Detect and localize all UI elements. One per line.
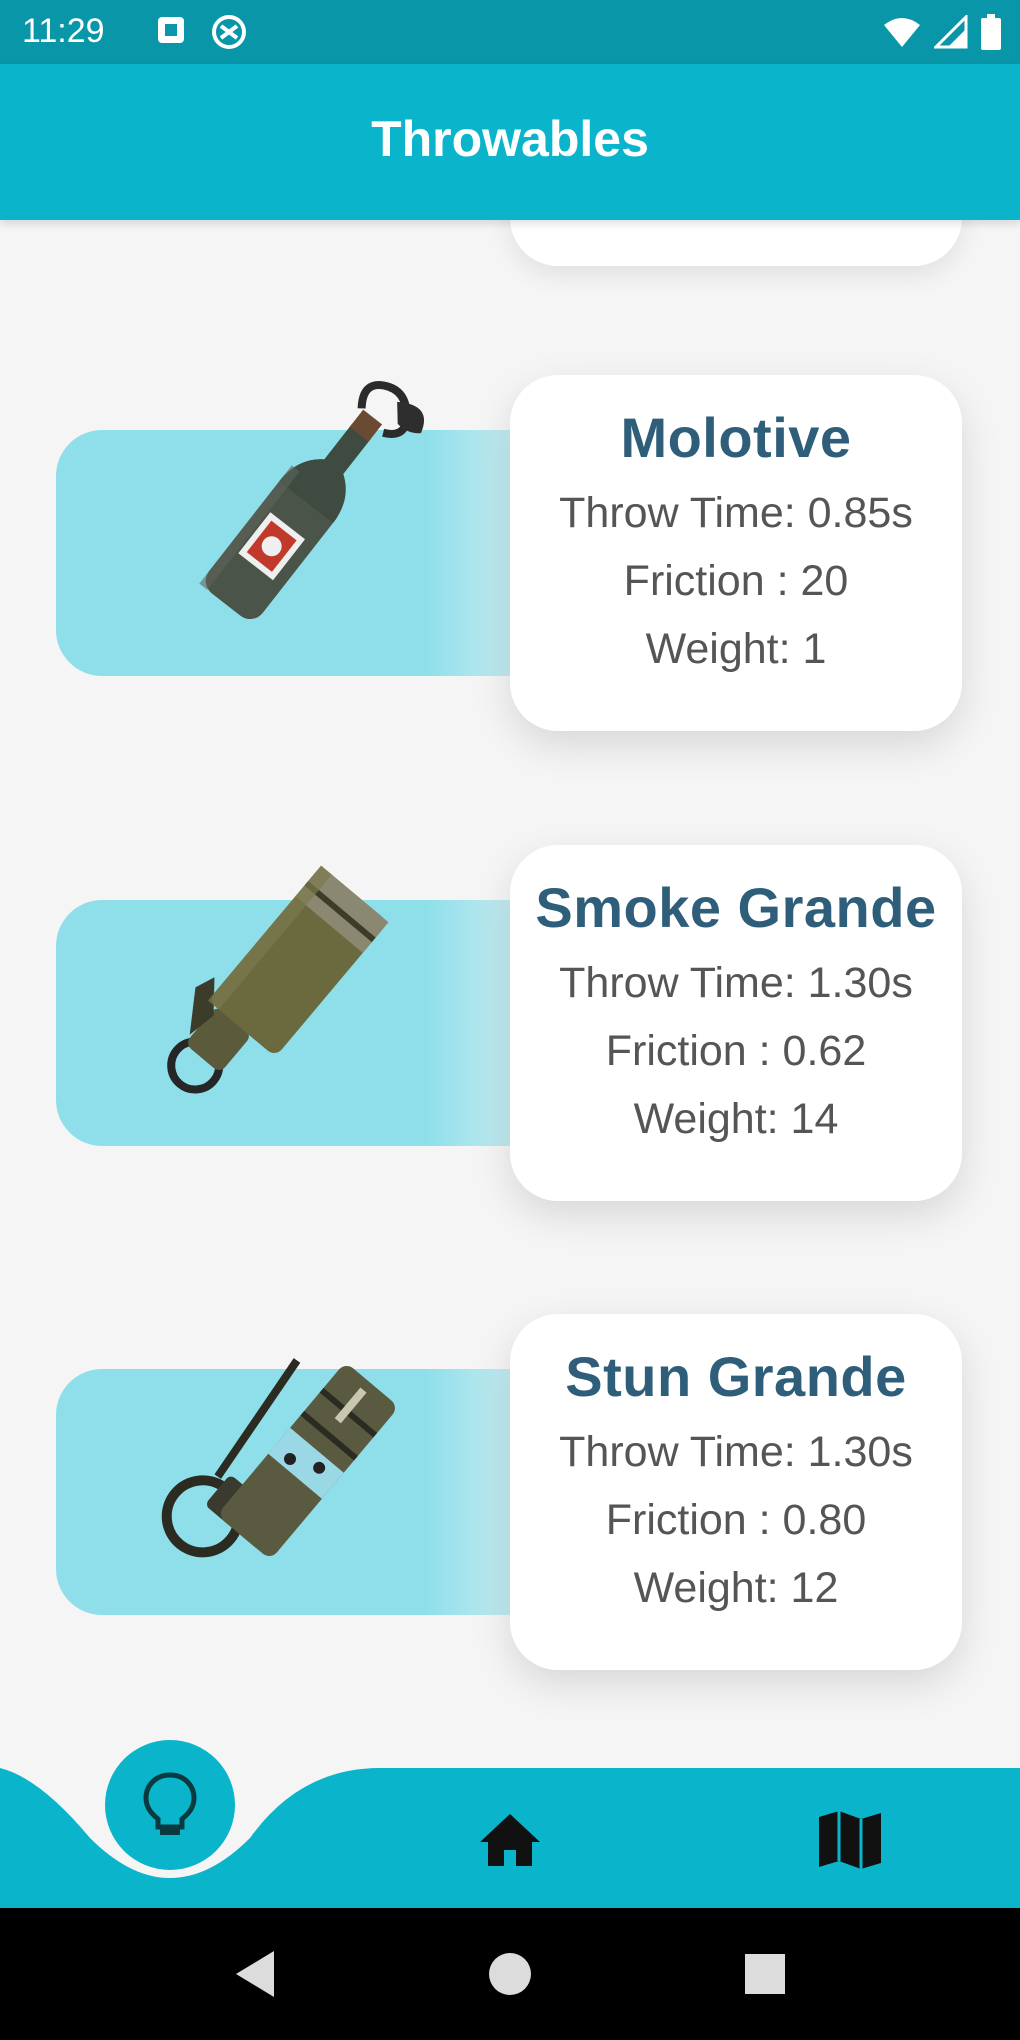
item-name: Stun Grande [565,1345,907,1408]
list-item-stun-grande[interactable]: Stun Grande Throw Time: 1.30s Friction :… [0,1309,1020,1689]
status-bar: 11:29 [0,0,1020,64]
home-circle-icon [489,1953,531,1995]
molotov-cocktail-image [199,381,425,620]
status-time: 11:29 [22,12,105,50]
system-home-button[interactable] [450,1908,570,2040]
recents-icon [745,1954,785,1994]
system-nav-bar [0,1908,1020,2040]
back-icon [236,1951,274,1997]
friction: Friction : 0.62 [605,1027,867,1075]
weight: Weight: 12 [633,1564,839,1612]
item-name: Molotive [620,406,852,469]
throw-time: Throw Time: 0.85s [559,489,913,537]
battery-icon [981,14,1001,50]
info-card: Stun Grande Throw Time: 1.30s Friction :… [510,1314,962,1670]
map-icon [819,1811,881,1869]
lightbulb-icon [143,1772,197,1835]
weight: Weight: 14 [633,1095,839,1143]
nav-map-button[interactable] [810,1805,890,1875]
info-card: Molotive Throw Time: 0.85s Friction : 20… [510,375,962,731]
smoke-grenade-image [167,865,389,1094]
item-name: Smoke Grande [535,876,937,939]
friction: Friction : 0.80 [605,1496,867,1544]
friction: Friction : 20 [623,557,849,605]
stun-grenade-image [161,1358,395,1558]
signal-icon [934,15,968,49]
notification-square-icon [158,17,184,43]
system-back-button[interactable] [195,1908,315,2040]
list-item-smoke-grande[interactable]: Smoke Grande Throw Time: 1.30s Friction … [0,840,1020,1220]
nav-lightbulb-button[interactable] [105,1740,235,1870]
home-icon [480,1814,540,1866]
page-title: Throwables [371,111,649,167]
throw-time: Throw Time: 1.30s [559,959,913,1007]
weight: Weight: 1 [645,625,827,673]
nav-home-button[interactable] [470,1805,550,1875]
wifi-icon [884,18,920,47]
system-recents-button[interactable] [705,1908,825,2040]
settings-sync-icon [212,15,246,49]
app-bar: Throwables [0,64,1020,220]
list-item-molotive[interactable]: Molotive Throw Time: 0.85s Friction : 20… [0,370,1020,750]
throw-time: Throw Time: 1.30s [559,1428,913,1476]
info-card: Smoke Grande Throw Time: 1.30s Friction … [510,845,962,1201]
